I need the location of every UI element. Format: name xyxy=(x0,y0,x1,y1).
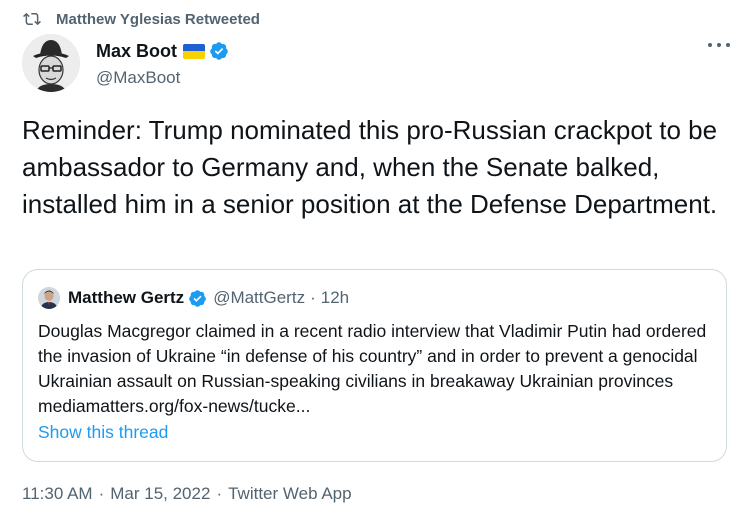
avatar[interactable] xyxy=(22,34,80,92)
tweet-metadata: 11:30 AM · Mar 15, 2022 · Twitter Web Ap… xyxy=(22,484,352,504)
quoted-avatar[interactable] xyxy=(38,287,60,309)
tweet-header: Max Boot @MaxBoot xyxy=(22,34,734,98)
tweet-date[interactable]: Mar 15, 2022 xyxy=(110,484,210,504)
ukraine-flag-icon xyxy=(183,43,205,59)
quoted-timestamp[interactable]: 12h xyxy=(321,288,349,308)
more-options-icon[interactable] xyxy=(708,38,730,52)
quoted-tweet[interactable]: Matthew Gertz @MattGertz · 12h Douglas M… xyxy=(22,269,727,462)
quoted-tweet-header: Matthew Gertz @MattGertz · 12h xyxy=(38,286,349,310)
retweet-context[interactable]: Matthew Yglesias Retweeted xyxy=(22,8,260,30)
separator-dot: · xyxy=(98,484,105,503)
show-thread-link[interactable]: Show this thread xyxy=(38,422,168,443)
separator-dot: · xyxy=(310,288,316,307)
tweet-text: Reminder: Trump nominated this pro-Russi… xyxy=(22,115,718,219)
verified-badge-icon xyxy=(188,289,207,308)
verified-badge-icon xyxy=(209,41,229,61)
quoted-tweet-text: Douglas Macgregor claimed in a recent ra… xyxy=(38,321,707,416)
author-line: Max Boot xyxy=(96,40,229,62)
display-name[interactable]: Max Boot xyxy=(96,41,177,62)
separator-dot: · xyxy=(216,484,223,503)
author-handle[interactable]: @MaxBoot xyxy=(96,68,229,88)
quoted-handle[interactable]: @MattGertz xyxy=(213,288,305,308)
retweet-icon xyxy=(22,10,42,28)
author-block: Max Boot @MaxBoot xyxy=(96,40,229,88)
quoted-display-name[interactable]: Matthew Gertz xyxy=(68,288,184,308)
tweet-source[interactable]: Twitter Web App xyxy=(228,484,351,504)
retweet-label[interactable]: Matthew Yglesias Retweeted xyxy=(56,11,260,28)
tweet-time[interactable]: 11:30 AM xyxy=(22,484,93,504)
